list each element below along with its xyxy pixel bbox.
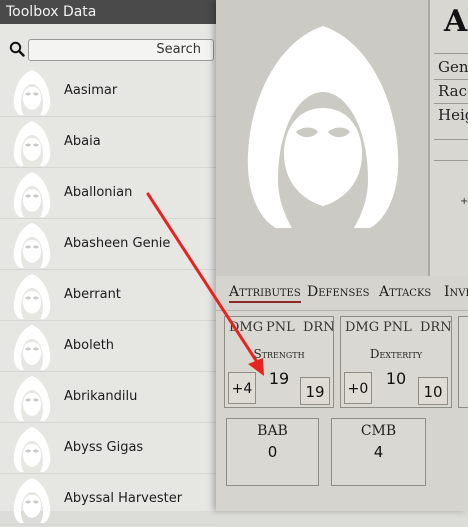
bab-value[interactable]: 0 <box>227 443 318 461</box>
list-item[interactable]: Abaia <box>0 117 216 168</box>
list-item[interactable]: Aballonian <box>0 168 216 219</box>
character-sheet: Ab Gende Race Heigh + Attributes Defense… <box>216 0 468 511</box>
hooded-avatar-icon <box>13 426 51 472</box>
dexterity-label: Dexterity <box>369 347 423 361</box>
hooded-avatar-icon <box>13 222 51 268</box>
hooded-figure-icon <box>247 26 399 228</box>
list-item-label: Abyss Gigas <box>64 440 144 455</box>
pnl-header: PNL <box>383 320 412 335</box>
dmg-header: DMG <box>345 320 380 335</box>
dexterity-temp[interactable]: 10 <box>418 377 448 405</box>
tab-attributes[interactable]: Attributes <box>229 284 301 303</box>
height-label: Heigh <box>438 106 468 124</box>
strength-temp[interactable]: 19 <box>300 377 330 405</box>
list-item-label: Abyssal Harvester <box>64 491 183 506</box>
list-item[interactable]: Abrikandilu <box>0 372 216 423</box>
list-item-label: Aboleth <box>64 338 115 353</box>
cmb-box: CMB 4 <box>331 418 426 486</box>
hooded-avatar-icon <box>13 375 51 421</box>
panel-title: Toolbox Data <box>0 0 216 24</box>
tab-inventory[interactable]: Inve <box>444 284 468 300</box>
strength-box: DMG PNL DRN Strength 19 +4 19 <box>224 316 335 408</box>
info-value: + <box>460 196 468 207</box>
list-item-label: Abasheen Genie <box>64 236 171 251</box>
sheet-tabs: Attributes Defenses Attacks Inve <box>224 284 468 308</box>
dexterity-box: DMG PNL DRN Dexterity 10 +0 10 <box>340 316 452 408</box>
search-row: Search <box>0 34 216 64</box>
dmg-header: DMG <box>229 320 264 335</box>
list-item-label: Aasimar <box>64 83 118 98</box>
list-item-label: Aberrant <box>64 287 121 302</box>
toolbox-panel: Toolbox Data Search Aasimar Abaia Aballoni… <box>0 0 216 525</box>
bab-box: BAB 0 <box>226 418 319 486</box>
drn-header: DRN <box>420 320 452 335</box>
list-item-label: Abrikandilu <box>64 389 138 404</box>
divider <box>434 103 468 104</box>
list-item[interactable]: Abyssal Harvester <box>0 474 216 525</box>
gender-label: Gende <box>438 58 468 76</box>
portrait[interactable] <box>216 0 428 276</box>
strength-modifier: +4 <box>228 372 256 404</box>
divider <box>434 139 468 140</box>
pnl-header: PNL <box>266 320 295 335</box>
hooded-avatar-icon <box>13 171 51 217</box>
list-item[interactable]: Aberrant <box>0 270 216 321</box>
hooded-avatar-icon <box>13 69 51 115</box>
strength-label: Strength <box>253 347 305 361</box>
tab-defenses[interactable]: Defenses <box>307 284 370 300</box>
tab-divider <box>216 310 468 311</box>
list-item-label: Abaia <box>64 134 101 149</box>
creature-list: Aasimar Abaia Aballonian Abasheen Genie Aber… <box>0 66 216 525</box>
tab-attacks[interactable]: Attacks <box>379 284 431 300</box>
divider <box>434 79 468 80</box>
hooded-avatar-icon <box>13 273 51 319</box>
list-item[interactable]: Aboleth <box>0 321 216 372</box>
cmb-label: CMB <box>360 423 397 439</box>
race-label: Race <box>438 82 468 100</box>
bab-label: BAB <box>257 423 288 439</box>
search-icon[interactable] <box>9 41 25 57</box>
search-input[interactable]: Search <box>28 39 214 61</box>
list-item[interactable]: Aasimar <box>0 66 216 117</box>
dexterity-modifier: +0 <box>344 372 372 404</box>
info-panel: Ab Gende Race Heigh + <box>428 0 468 276</box>
list-item-label: Aballonian <box>64 185 133 200</box>
hooded-avatar-icon <box>13 120 51 166</box>
divider <box>434 160 468 161</box>
constitution-box <box>458 316 468 408</box>
list-item[interactable]: Abyss Gigas <box>0 423 216 474</box>
divider <box>434 53 468 54</box>
drn-header: DRN <box>303 320 335 335</box>
hooded-avatar-icon <box>13 477 51 523</box>
list-item[interactable]: Abasheen Genie <box>0 219 216 270</box>
hooded-avatar-icon <box>13 324 51 370</box>
character-name[interactable]: Ab <box>444 4 468 39</box>
cmb-value[interactable]: 4 <box>332 443 425 461</box>
